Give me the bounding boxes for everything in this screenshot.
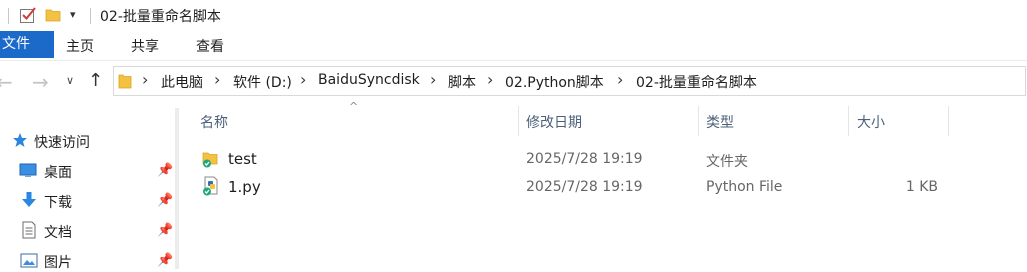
tab-home[interactable]: 主页 xyxy=(66,36,94,56)
new-folder-icon[interactable] xyxy=(45,7,61,23)
tab-share[interactable]: 共享 xyxy=(131,36,159,56)
column-header-date[interactable]: 修改日期 xyxy=(526,112,582,132)
nav-quick-access[interactable]: 快速访问 xyxy=(34,132,90,152)
column-divider[interactable] xyxy=(518,106,519,136)
breadcrumb-separator-icon[interactable]: › xyxy=(214,70,220,89)
breadcrumb-separator-icon[interactable]: › xyxy=(300,70,306,89)
file-type: 文件夹 xyxy=(706,154,748,170)
column-header-size[interactable]: 大小 xyxy=(857,112,885,132)
nav-item-documents[interactable]: 文档 xyxy=(44,222,72,242)
breadcrumb-current-folder[interactable]: 02-批量重命名脚本 xyxy=(636,72,757,92)
pin-icon[interactable]: 📌 xyxy=(157,163,173,178)
properties-icon[interactable] xyxy=(19,6,37,24)
breadcrumb-scripts[interactable]: 脚本 xyxy=(448,72,476,92)
nav-item-pictures[interactable]: 图片 xyxy=(44,252,72,272)
star-icon xyxy=(12,132,28,148)
tab-file[interactable]: 文件 xyxy=(0,31,54,58)
up-arrow-icon[interactable]: ↑ xyxy=(88,70,103,91)
pin-icon[interactable]: 📌 xyxy=(157,193,173,208)
file-name[interactable]: test xyxy=(228,150,257,168)
desktop-icon xyxy=(19,162,37,178)
title-separator xyxy=(90,8,91,24)
sort-ascending-icon: ^ xyxy=(349,100,359,113)
nav-pane-scrollbar[interactable] xyxy=(175,108,179,269)
download-icon xyxy=(21,191,37,207)
pin-icon[interactable]: 📌 xyxy=(157,253,173,268)
window-title: 02-批量重命名脚本 xyxy=(100,9,221,25)
nav-item-desktop[interactable]: 桌面 xyxy=(44,162,72,182)
file-date: 2025/7/28 19:19 xyxy=(526,151,643,167)
file-size: 1 KB xyxy=(905,179,938,195)
recent-locations-chevron-icon[interactable]: ∨ xyxy=(66,74,74,87)
breadcrumb-baidusyncdisk[interactable]: BaiduSyncdisk xyxy=(318,72,420,88)
forward-arrow-icon[interactable]: → xyxy=(32,72,49,92)
pin-icon[interactable]: 📌 xyxy=(157,223,173,238)
breadcrumb-this-pc[interactable]: 此电脑 xyxy=(161,72,203,92)
breadcrumb-separator-icon[interactable]: › xyxy=(487,70,493,89)
breadcrumb-python-scripts[interactable]: 02.Python脚本 xyxy=(505,72,604,92)
back-arrow-icon[interactable]: ← xyxy=(0,72,13,92)
customize-quick-access-dropdown-icon[interactable]: ▾ xyxy=(70,8,76,21)
tab-view[interactable]: 查看 xyxy=(196,36,224,56)
address-folder-icon xyxy=(118,73,132,89)
file-date: 2025/7/28 19:19 xyxy=(526,179,643,195)
breadcrumb-separator-icon[interactable]: › xyxy=(142,70,148,89)
breadcrumb-separator-icon[interactable]: › xyxy=(617,70,623,89)
breadcrumb-separator-icon[interactable]: › xyxy=(430,70,436,89)
column-header-name[interactable]: 名称 xyxy=(200,112,228,132)
column-divider[interactable] xyxy=(848,106,849,136)
quick-access-separator xyxy=(8,8,9,24)
python-file-synced-icon xyxy=(202,176,220,196)
file-type: Python File xyxy=(706,179,783,195)
column-divider[interactable] xyxy=(698,106,699,136)
file-name[interactable]: 1.py xyxy=(228,178,261,196)
nav-item-downloads[interactable]: 下载 xyxy=(44,192,72,212)
folder-synced-icon xyxy=(202,150,220,168)
breadcrumb-drive-d[interactable]: 软件 (D:) xyxy=(233,72,292,92)
pictures-icon xyxy=(20,252,38,268)
document-icon xyxy=(21,221,37,239)
column-header-type[interactable]: 类型 xyxy=(706,112,734,132)
column-divider[interactable] xyxy=(948,106,949,136)
